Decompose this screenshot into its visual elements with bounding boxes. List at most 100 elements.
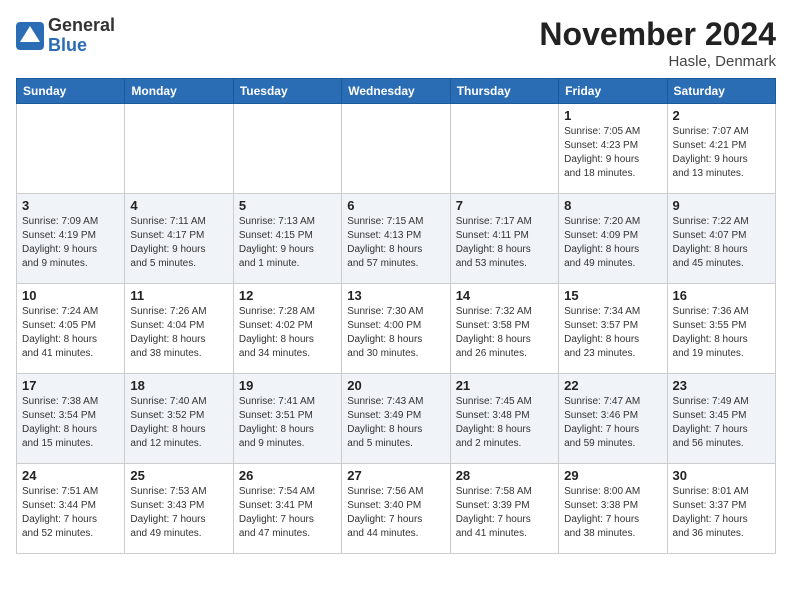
day-number: 11 bbox=[130, 288, 227, 303]
day-detail: Sunrise: 7:53 AM Sunset: 3:43 PM Dayligh… bbox=[130, 485, 227, 541]
day-number: 6 bbox=[347, 198, 444, 213]
calendar-cell: 16Sunrise: 7:36 AM Sunset: 3:55 PM Dayli… bbox=[667, 284, 775, 374]
day-number: 27 bbox=[347, 468, 444, 483]
calendar-cell: 30 Sunrise: 8:01 AM Sunset: 3:37 PM Dayli… bbox=[667, 464, 775, 554]
calendar-cell: 9 Sunrise: 7:22 AM Sunset: 4:07 PM Daylig… bbox=[667, 194, 775, 284]
day-detail: Sunrise: 7:41 AM Sunset: 3:51 PM Dayligh… bbox=[239, 395, 336, 451]
calendar-cell: 3 Sunrise: 7:09 AM Sunset: 4:19 PM Daylig… bbox=[17, 194, 125, 284]
day-detail: Sunrise: 7:45 AM Sunset: 3:48 PM Dayligh… bbox=[456, 395, 553, 451]
day-detail: Sunrise: 8:00 AM Sunset: 3:38 PM Dayligh… bbox=[564, 485, 661, 541]
day-number: 22 bbox=[564, 378, 661, 393]
day-number: 23 bbox=[673, 378, 770, 393]
weekday-header-row: SundayMondayTuesdayWednesdayThursdayFrid… bbox=[17, 79, 776, 104]
day-number: 28 bbox=[456, 468, 553, 483]
calendar-cell: 27 Sunrise: 7:56 AM Sunset: 3:40 PM Dayli… bbox=[342, 464, 450, 554]
day-detail: Sunrise: 7:09 AM Sunset: 4:19 PM Dayligh… bbox=[22, 215, 119, 271]
calendar-cell bbox=[17, 104, 125, 194]
calendar-cell: 6 Sunrise: 7:15 AM Sunset: 4:13 PM Daylig… bbox=[342, 194, 450, 284]
day-number: 2 bbox=[673, 108, 770, 123]
calendar-cell bbox=[450, 104, 558, 194]
calendar-cell: 23 Sunrise: 7:49 AM Sunset: 3:45 PM Dayli… bbox=[667, 374, 775, 464]
day-detail: Sunrise: 7:28 AM Sunset: 4:02 PM Dayligh… bbox=[239, 305, 336, 361]
day-number: 29 bbox=[564, 468, 661, 483]
day-number: 24 bbox=[22, 468, 119, 483]
weekday-header-wednesday: Wednesday bbox=[342, 79, 450, 104]
day-detail: Sunrise: 7:47 AM Sunset: 3:46 PM Dayligh… bbox=[564, 395, 661, 451]
weekday-header-saturday: Saturday bbox=[667, 79, 775, 104]
calendar-cell: 13Sunrise: 7:30 AM Sunset: 4:00 PM Dayli… bbox=[342, 284, 450, 374]
day-number: 17 bbox=[22, 378, 119, 393]
week-row-3: 10 Sunrise: 7:24 AM Sunset: 4:05 PM Dayli… bbox=[17, 284, 776, 374]
day-detail: Sunrise: 7:38 AM Sunset: 3:54 PM Dayligh… bbox=[22, 395, 119, 451]
day-detail: Sunrise: 7:43 AM Sunset: 3:49 PM Dayligh… bbox=[347, 395, 444, 451]
day-detail: Sunrise: 8:01 AM Sunset: 3:37 PM Dayligh… bbox=[673, 485, 770, 541]
calendar-cell: 25 Sunrise: 7:53 AM Sunset: 3:43 PM Dayli… bbox=[125, 464, 233, 554]
logo-icon bbox=[16, 22, 44, 50]
day-detail: Sunrise: 7:49 AM Sunset: 3:45 PM Dayligh… bbox=[673, 395, 770, 451]
day-number: 5 bbox=[239, 198, 336, 213]
calendar-cell: 22 Sunrise: 7:47 AM Sunset: 3:46 PM Dayli… bbox=[559, 374, 667, 464]
day-detail: Sunrise: 7:54 AM Sunset: 3:41 PM Dayligh… bbox=[239, 485, 336, 541]
calendar-cell bbox=[125, 104, 233, 194]
logo-general-text: General bbox=[48, 15, 115, 35]
month-title: November 2024 bbox=[539, 16, 776, 53]
calendar-cell: 17 Sunrise: 7:38 AM Sunset: 3:54 PM Dayli… bbox=[17, 374, 125, 464]
day-detail: Sunrise: 7:51 AM Sunset: 3:44 PM Dayligh… bbox=[22, 485, 119, 541]
location: Hasle, Denmark bbox=[539, 53, 776, 70]
weekday-header-monday: Monday bbox=[125, 79, 233, 104]
day-number: 13 bbox=[347, 288, 444, 303]
calendar-cell: 8Sunrise: 7:20 AM Sunset: 4:09 PM Daylig… bbox=[559, 194, 667, 284]
calendar-cell: 5 Sunrise: 7:13 AM Sunset: 4:15 PM Daylig… bbox=[233, 194, 341, 284]
title-block: November 2024 Hasle, Denmark bbox=[539, 16, 776, 70]
day-detail: Sunrise: 7:17 AM Sunset: 4:11 PM Dayligh… bbox=[456, 215, 553, 271]
calendar-cell: 12 Sunrise: 7:28 AM Sunset: 4:02 PM Dayli… bbox=[233, 284, 341, 374]
calendar-cell: 14Sunrise: 7:32 AM Sunset: 3:58 PM Dayli… bbox=[450, 284, 558, 374]
day-detail: Sunrise: 7:40 AM Sunset: 3:52 PM Dayligh… bbox=[130, 395, 227, 451]
day-number: 20 bbox=[347, 378, 444, 393]
day-number: 10 bbox=[22, 288, 119, 303]
calendar-cell: 1 Sunrise: 7:05 AM Sunset: 4:23 PM Daylig… bbox=[559, 104, 667, 194]
week-row-4: 17 Sunrise: 7:38 AM Sunset: 3:54 PM Dayli… bbox=[17, 374, 776, 464]
day-number: 12 bbox=[239, 288, 336, 303]
day-detail: Sunrise: 7:26 AM Sunset: 4:04 PM Dayligh… bbox=[130, 305, 227, 361]
day-number: 4 bbox=[130, 198, 227, 213]
day-detail: Sunrise: 7:58 AM Sunset: 3:39 PM Dayligh… bbox=[456, 485, 553, 541]
day-detail: Sunrise: 7:07 AM Sunset: 4:21 PM Dayligh… bbox=[673, 125, 770, 181]
calendar-cell: 15 Sunrise: 7:34 AM Sunset: 3:57 PM Dayli… bbox=[559, 284, 667, 374]
calendar-table: SundayMondayTuesdayWednesdayThursdayFrid… bbox=[16, 78, 776, 554]
day-number: 3 bbox=[22, 198, 119, 213]
day-detail: Sunrise: 7:24 AM Sunset: 4:05 PM Dayligh… bbox=[22, 305, 119, 361]
day-detail: Sunrise: 7:22 AM Sunset: 4:07 PM Dayligh… bbox=[673, 215, 770, 271]
calendar-cell: 18Sunrise: 7:40 AM Sunset: 3:52 PM Dayli… bbox=[125, 374, 233, 464]
day-detail: Sunrise: 7:34 AM Sunset: 3:57 PM Dayligh… bbox=[564, 305, 661, 361]
day-number: 8 bbox=[564, 198, 661, 213]
logo-blue-text: Blue bbox=[48, 35, 87, 55]
weekday-header-sunday: Sunday bbox=[17, 79, 125, 104]
day-detail: Sunrise: 7:56 AM Sunset: 3:40 PM Dayligh… bbox=[347, 485, 444, 541]
calendar-cell: 26Sunrise: 7:54 AM Sunset: 3:41 PM Dayli… bbox=[233, 464, 341, 554]
calendar-cell: 24 Sunrise: 7:51 AM Sunset: 3:44 PM Dayli… bbox=[17, 464, 125, 554]
calendar-cell: 11 Sunrise: 7:26 AM Sunset: 4:04 PM Dayli… bbox=[125, 284, 233, 374]
day-detail: Sunrise: 7:11 AM Sunset: 4:17 PM Dayligh… bbox=[130, 215, 227, 271]
day-number: 1 bbox=[564, 108, 661, 123]
day-detail: Sunrise: 7:13 AM Sunset: 4:15 PM Dayligh… bbox=[239, 215, 336, 271]
day-number: 7 bbox=[456, 198, 553, 213]
day-number: 30 bbox=[673, 468, 770, 483]
day-number: 19 bbox=[239, 378, 336, 393]
day-number: 9 bbox=[673, 198, 770, 213]
day-number: 15 bbox=[564, 288, 661, 303]
day-number: 25 bbox=[130, 468, 227, 483]
calendar-cell: 28 Sunrise: 7:58 AM Sunset: 3:39 PM Dayli… bbox=[450, 464, 558, 554]
week-row-5: 24 Sunrise: 7:51 AM Sunset: 3:44 PM Dayli… bbox=[17, 464, 776, 554]
calendar-cell bbox=[342, 104, 450, 194]
calendar-cell: 4 Sunrise: 7:11 AM Sunset: 4:17 PM Daylig… bbox=[125, 194, 233, 284]
calendar-cell: 20 Sunrise: 7:43 AM Sunset: 3:49 PM Dayli… bbox=[342, 374, 450, 464]
day-detail: Sunrise: 7:05 AM Sunset: 4:23 PM Dayligh… bbox=[564, 125, 661, 181]
day-detail: Sunrise: 7:15 AM Sunset: 4:13 PM Dayligh… bbox=[347, 215, 444, 271]
calendar-cell: 10 Sunrise: 7:24 AM Sunset: 4:05 PM Dayli… bbox=[17, 284, 125, 374]
logo: General Blue bbox=[16, 16, 115, 56]
page-header: General Blue November 2024 Hasle, Denmar… bbox=[16, 16, 776, 70]
calendar-cell: 29 Sunrise: 8:00 AM Sunset: 3:38 PM Dayli… bbox=[559, 464, 667, 554]
calendar-cell: 21Sunrise: 7:45 AM Sunset: 3:48 PM Dayli… bbox=[450, 374, 558, 464]
day-detail: Sunrise: 7:32 AM Sunset: 3:58 PM Dayligh… bbox=[456, 305, 553, 361]
